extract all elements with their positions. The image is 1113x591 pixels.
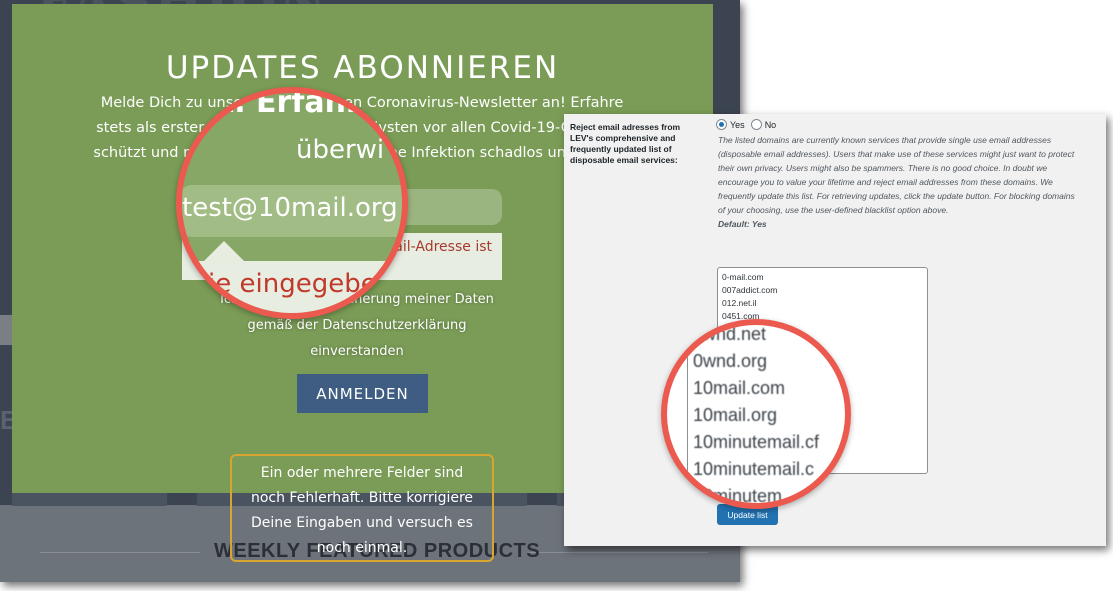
modal-title: UPDATES ABONNIEREN	[165, 50, 560, 86]
list-item: 012.net.il	[722, 298, 757, 308]
radio-group: Yes No	[716, 119, 776, 130]
magnifier-domains: 0wnd.net 0wnd.org 10mail.com 10mail.org …	[661, 319, 851, 509]
magnified-text: überwi	[296, 135, 385, 165]
setting-description: The listed domains are currently known s…	[718, 133, 1078, 231]
radio-no[interactable]	[750, 119, 762, 130]
default-value: Default: Yes	[718, 219, 767, 229]
magnified-domain-list: 0wnd.net 0wnd.org 10mail.com 10mail.org …	[693, 324, 820, 503]
magnified-email: test@10mail.org	[182, 193, 398, 223]
setting-label: Reject email adresses from LEV's compreh…	[570, 122, 681, 165]
list-item: 0wnd.org	[693, 351, 768, 371]
product-card	[12, 492, 167, 506]
heading-divider	[528, 552, 708, 553]
heading-divider	[40, 552, 200, 553]
magnifier-email: st. Erfahr überwi test@10mail.org Die ei…	[176, 87, 408, 319]
list-item: 10minutemail.c	[693, 459, 815, 479]
list-item: 10mail.com	[693, 378, 786, 398]
list-item: 0wnd.net	[693, 324, 767, 344]
description-text: The listed domains are currently known s…	[718, 135, 1075, 215]
radio-yes-label[interactable]: Yes	[730, 120, 745, 130]
radio-yes[interactable]	[716, 119, 727, 130]
list-item: 0-mail.com	[722, 272, 764, 282]
magnified-error: Die eingegebe	[188, 269, 377, 299]
list-item: 007addict.com	[722, 285, 778, 295]
form-error-message: Ein oder mehrere Felder sind noch Fehler…	[230, 454, 494, 562]
subscribe-button[interactable]: ANMELDEN	[297, 374, 428, 413]
radio-no-label[interactable]: No	[765, 120, 777, 130]
list-item: 10minutemail.cf	[693, 432, 820, 452]
list-item: 10mail.org	[693, 405, 778, 425]
magnified-tip-arrow	[204, 241, 244, 261]
